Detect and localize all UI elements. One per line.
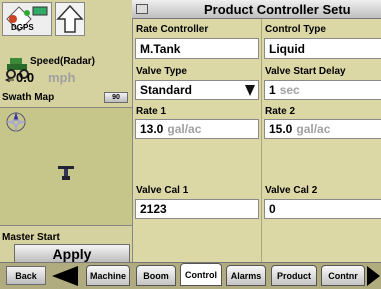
rate1-unit: gal/ac [167,122,202,136]
dropdown-arrow-icon[interactable] [244,83,256,98]
tab-machine[interactable]: Machine [86,265,130,286]
gps-indicator[interactable]: DGPS [2,2,52,36]
up-arrow-icon [56,4,84,33]
back-button[interactable]: Back [6,266,46,285]
tab-alarms[interactable]: Alarms [226,265,266,286]
master-start-label: Master Start [2,232,60,243]
tab-contnr[interactable]: Contnr [321,265,365,286]
tab-control[interactable]: Control [180,263,222,286]
compass-icon[interactable] [4,110,28,134]
home-button[interactable] [55,2,85,36]
speed-label: Speed(Radar) [30,56,96,67]
swath-map-header: Swath Map 90 [0,91,132,105]
rate1-value: 13.0 [140,122,164,136]
title-bar: Product Controller Setu [132,0,381,19]
tab-boom[interactable]: Boom [136,265,176,286]
speed-value: 0.0 [16,70,35,85]
swath-map[interactable] [0,107,132,226]
rate-controller-label: Rate Controller [136,24,209,35]
valve-cal2-label: Valve Cal 2 [265,185,318,196]
valve-cal1-field[interactable]: 2123 [135,199,259,219]
control-type-field[interactable]: Liquid [264,38,381,59]
valve-cal1-label: Valve Cal 1 [136,185,189,196]
page-title: Product Controller Setu [204,2,351,17]
column-divider [261,19,262,265]
valve-start-delay-value: 1 [269,83,276,97]
rate2-value: 15.0 [269,122,293,136]
valve-start-delay-unit: sec [279,83,300,97]
swath-map-title: Swath Map [2,92,55,103]
right-arrow-icon[interactable] [366,265,381,287]
valve-type-value: Standard [140,83,193,97]
valve-cal2-field[interactable]: 0 [264,199,381,219]
rate1-label: Rate 1 [136,106,167,117]
valve-start-delay-label: Valve Start Delay [265,66,346,77]
gps-label: DGPS [11,23,34,32]
menu-icon[interactable] [136,4,148,14]
valve-start-delay-field[interactable]: 1 sec [264,80,381,100]
control-type-label: Control Type [265,24,326,35]
rate2-field[interactable]: 15.0 gal/ac [264,119,381,139]
left-arrow-icon[interactable] [50,265,82,287]
speed-unit: mph [48,70,76,85]
rate2-unit: gal/ac [296,122,331,136]
vehicle-icon [58,166,74,180]
zoom-button[interactable]: 90 [104,92,128,103]
rate1-field[interactable]: 13.0 gal/ac [135,119,259,139]
valve-type-dropdown[interactable]: Standard [135,80,259,100]
valve-type-label: Valve Type [136,66,187,77]
apply-button[interactable]: Apply [14,244,130,263]
speed-readout: Speed(Radar) 0.0 mph [2,52,130,88]
rate2-label: Rate 2 [265,106,296,117]
rate-controller-field[interactable]: M.Tank [135,38,259,59]
tab-product[interactable]: Product [271,265,317,286]
